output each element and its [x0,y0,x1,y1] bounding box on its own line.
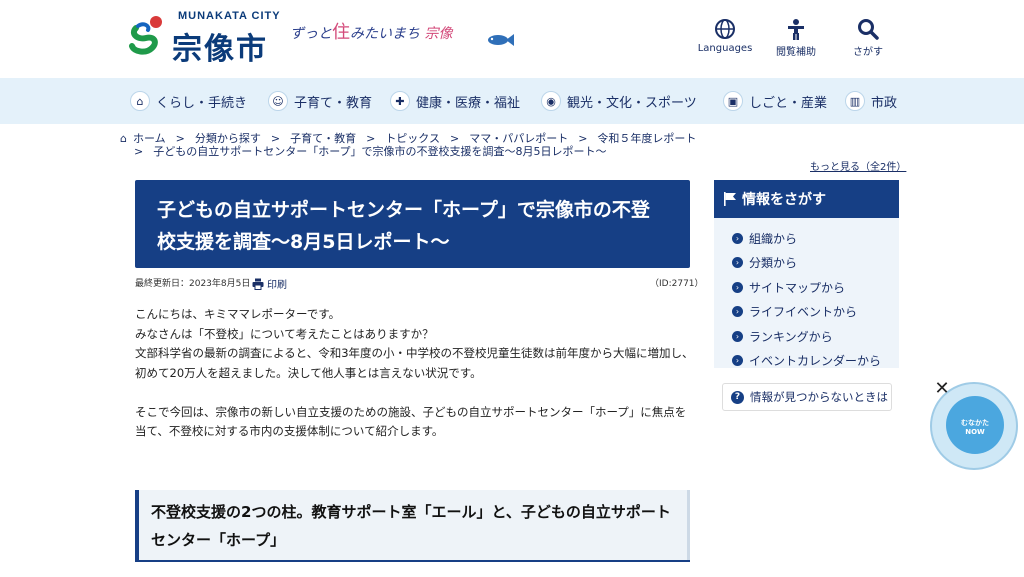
nav-item-health[interactable]: ✚ 健康・医療・福祉 [390,90,520,112]
printer-icon [252,278,264,290]
nav-label: 観光・文化・スポーツ [567,95,697,111]
globe-icon [715,19,735,39]
sidebar-item-category[interactable]: › 分類から [714,251,899,276]
print-button[interactable]: 印刷 [252,276,287,291]
accessibility-label: 閲覧補助 [776,47,816,58]
chevron-right-icon: › [732,232,743,244]
chevron-right-icon: › [732,330,743,342]
search-label: さがす [853,47,883,58]
badge-title: むなかた [961,419,989,427]
main-nav: ⌂ くらし・手続き ☺ 子育て・教育 ✚ 健康・医療・福祉 ◉ 観光・文化・スポ… [0,78,1024,124]
badge-subtitle: NOW [965,428,985,436]
article-body: こんにちは、キミママレポーターです。 みなさんは「不登校」について考えたことはあ… [135,305,695,461]
child-icon: ☺ [268,91,288,111]
question-icon: ? [731,390,744,404]
languages-label: Languages [697,43,753,54]
sidebar-item-label: サイトマップから [749,280,846,295]
search-icon [858,19,879,40]
home-icon: ⌂ [120,132,127,145]
city-logo-icon[interactable] [128,12,168,56]
flag-icon [724,192,736,206]
languages-button[interactable]: Languages [695,18,755,54]
sentence: こんにちは、キミママレポーターです。 [135,307,341,321]
nav-item-work[interactable]: ▣ しごと・産業 [723,90,827,112]
sidebar-item-lifeevent[interactable]: › ライフイベントから [714,300,899,325]
sentence: そこで今回は、宗像市の新しい自立支援のための施設、子どもの自立サポートセンター「… [135,404,687,439]
section-heading: 不登校支援の2つの柱。教育サポート室「エール」と、子どもの自立サポートセンター「… [135,490,690,562]
breadcrumb-link[interactable]: ホーム [133,132,166,145]
chevron-right-icon: › [732,306,743,318]
last-updated: 最終更新日：2023年8月5日 [135,279,251,289]
sidebar-item-label: ライフイベントから [749,305,858,320]
sentence: 文部科学省の最新の調査によると、令和3年度の小・中学校の不登校児童生徒数は前年度… [135,346,694,380]
page-id: （ID:2771） [650,279,704,289]
fish-icon [488,34,514,46]
breadcrumb-link[interactable]: ママ・パパレポート [469,132,568,145]
nav-item-tourism[interactable]: ◉ 観光・文化・スポーツ [541,90,697,112]
breadcrumb-separator: > [449,132,460,145]
logo-en-text: MUNAKATA CITY [178,10,281,22]
logo-ja-text[interactable]: 宗像市 [172,24,268,68]
tagline-post: みたいまち [350,26,420,42]
paragraph: そこで今回は、宗像市の新しい自立支援のための施設、子どもの自立サポートセンター「… [135,403,695,442]
breadcrumb-separator: > [366,132,376,145]
sidebar-item-label: 組織から [749,231,798,246]
camera-icon: ◉ [541,91,561,111]
breadcrumb-link[interactable]: 分類から探す [195,132,261,145]
breadcrumb-separator: > [270,132,281,145]
sentence: みなさんは「不登校」について考えたことはありますか？ [135,326,434,341]
nav-label: 市政 [871,95,898,111]
nav-item-living[interactable]: ⌂ くらし・手続き [130,90,247,112]
sidebar-heading: 情報をさがす [714,180,899,218]
search-button[interactable]: さがす [838,18,898,58]
sidebar-item-label: 分類から [749,256,798,271]
tagline-big: 住 [332,22,350,43]
nav-label: しごと・産業 [749,95,828,111]
help-label: 情報が見つからないときは [750,390,888,404]
nav-item-child[interactable]: ☺ 子育て・教育 [268,90,372,112]
breadcrumb-link[interactable]: トピックス [385,132,440,145]
sidebar-list: › 組織から › 分類から › サイトマップから › ライフイベントから › ランキングか… [714,218,899,368]
paragraph: こんにちは、キミママレポーターです。 みなさんは「不登校」について考えたことはあ… [135,305,695,383]
building-icon: ▥ [845,91,865,111]
chevron-right-icon: › [732,257,743,269]
print-label: 印刷 [267,280,287,291]
sidebar-item-label: イベントカレンダーから [749,354,882,369]
tagline-place: 宗像 [424,26,453,42]
page-title: 子どもの自立サポートセンター「ホープ」で宗像市の不登校支援を調査～8月5日レポー… [135,180,690,268]
help-button[interactable]: ? 情報が見つからないときは [722,383,892,411]
chevron-right-icon: › [732,281,743,293]
sidebar-item-org[interactable]: › 組織から [714,226,899,251]
tagline-pre: ずっと [290,26,332,42]
breadcrumb-separator: > [134,145,144,158]
breadcrumb-separator: > [175,132,185,145]
nav-label: 子育て・教育 [294,95,373,111]
close-icon[interactable]: ✕ [933,380,951,398]
sidebar-item-label: ランキングから [749,329,833,344]
breadcrumb-link[interactable]: 子育て・教育 [290,132,356,145]
house-icon: ⌂ [130,91,150,111]
accessibility-button[interactable]: 閲覧補助 [766,18,826,58]
nav-label: 健康・医療・福祉 [416,95,521,111]
site-header: MUNAKATA CITY 宗像市 ずっと住みたいまち 宗像 Languages… [0,0,1024,78]
divider [135,560,690,562]
breadcrumb-current: 子どもの自立サポートセンター「ホープ」で宗像市の不登校支援を調査～8月5日レポー… [153,145,607,158]
breadcrumb-link[interactable]: 令和５年度レポート [597,132,696,145]
badge-circle: むなかた NOW [946,396,1004,454]
briefcase-icon: ▣ [723,91,743,111]
breadcrumb: ⌂ ホーム > 分類から探す > 子育て・教育 > トピックス > ママ・パパレ… [120,132,900,158]
sidebar-item-sitemap[interactable]: › サイトマップから [714,275,899,300]
accessibility-icon [788,19,804,40]
chevron-right-icon: › [732,355,743,367]
breadcrumb-separator: > [578,132,588,145]
sidebar-item-ranking[interactable]: › ランキングから [714,324,899,349]
nav-label: くらし・手続き [156,95,248,111]
nav-item-city[interactable]: ▥ 市政 [845,90,897,112]
sidebar-heading-label: 情報をさがす [742,192,826,208]
health-icon: ✚ [390,91,410,111]
sidebar-item-calendar[interactable]: › イベントカレンダーから [714,349,899,374]
more-link[interactable]: もっと見る（全2件） [810,158,906,173]
